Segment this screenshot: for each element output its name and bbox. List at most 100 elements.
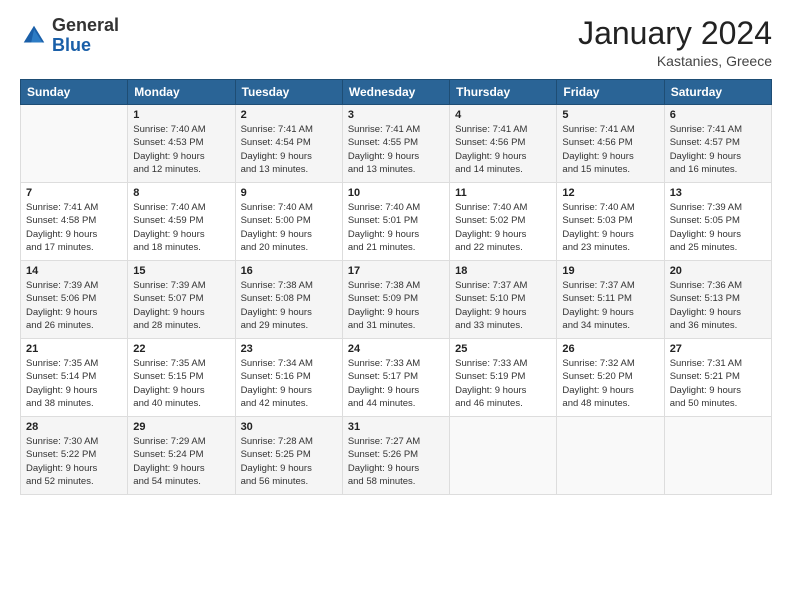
calendar-cell: 10 Sunrise: 7:40 AM Sunset: 5:01 PM Dayli… — [342, 183, 449, 261]
calendar-cell: 21 Sunrise: 7:35 AM Sunset: 5:14 PM Dayli… — [21, 339, 128, 417]
day-number: 19 — [562, 265, 658, 277]
day-number: 12 — [562, 187, 658, 199]
day-info: Sunrise: 7:34 AM Sunset: 5:16 PM Dayligh… — [241, 357, 337, 410]
day-number: 11 — [455, 187, 551, 199]
day-info: Sunrise: 7:41 AM Sunset: 4:58 PM Dayligh… — [26, 201, 122, 254]
day-number: 16 — [241, 265, 337, 277]
col-sunday: Sunday — [21, 80, 128, 105]
month-year-title: January 2024 — [578, 16, 772, 51]
day-number: 28 — [26, 421, 122, 433]
calendar-cell: 5Sunrise: 7:41 AM Sunset: 4:56 PM Daylig… — [557, 105, 664, 183]
day-info: Sunrise: 7:40 AM Sunset: 4:53 PM Dayligh… — [133, 123, 229, 176]
calendar-cell: 30Sunrise: 7:28 AM Sunset: 5:25 PM Dayli… — [235, 417, 342, 495]
day-number: 29 — [133, 421, 229, 433]
calendar-cell: 9Sunrise: 7:40 AM Sunset: 5:00 PM Daylig… — [235, 183, 342, 261]
day-number: 21 — [26, 343, 122, 355]
day-info: Sunrise: 7:37 AM Sunset: 5:11 PM Dayligh… — [562, 279, 658, 332]
calendar-page: General Blue January 2024 Kastanies, Gre… — [0, 0, 792, 612]
day-info: Sunrise: 7:33 AM Sunset: 5:17 PM Dayligh… — [348, 357, 444, 410]
day-info: Sunrise: 7:40 AM Sunset: 5:02 PM Dayligh… — [455, 201, 551, 254]
calendar-week-row: 28Sunrise: 7:30 AM Sunset: 5:22 PM Dayli… — [21, 417, 772, 495]
calendar-cell — [664, 417, 771, 495]
day-number: 22 — [133, 343, 229, 355]
day-number: 24 — [348, 343, 444, 355]
day-number: 7 — [26, 187, 122, 199]
day-number: 25 — [455, 343, 551, 355]
calendar-cell: 12Sunrise: 7:40 AM Sunset: 5:03 PM Dayli… — [557, 183, 664, 261]
day-info: Sunrise: 7:36 AM Sunset: 5:13 PM Dayligh… — [670, 279, 766, 332]
calendar-cell: 20 Sunrise: 7:36 AM Sunset: 5:13 PM Dayli… — [664, 261, 771, 339]
day-info: Sunrise: 7:29 AM Sunset: 5:24 PM Dayligh… — [133, 435, 229, 488]
day-number: 10 — [348, 187, 444, 199]
logo-text: General Blue — [52, 16, 119, 56]
col-saturday: Saturday — [664, 80, 771, 105]
page-header: General Blue January 2024 Kastanies, Gre… — [20, 16, 772, 69]
calendar-cell: 3 Sunrise: 7:41 AM Sunset: 4:55 PM Daylig… — [342, 105, 449, 183]
calendar-cell — [21, 105, 128, 183]
day-info: Sunrise: 7:41 AM Sunset: 4:57 PM Dayligh… — [670, 123, 766, 176]
day-info: Sunrise: 7:37 AM Sunset: 5:10 PM Dayligh… — [455, 279, 551, 332]
col-friday: Friday — [557, 80, 664, 105]
day-info: Sunrise: 7:41 AM Sunset: 4:55 PM Dayligh… — [348, 123, 444, 176]
day-info: Sunrise: 7:41 AM Sunset: 4:54 PM Dayligh… — [241, 123, 337, 176]
calendar-cell: 18 Sunrise: 7:37 AM Sunset: 5:10 PM Dayli… — [450, 261, 557, 339]
title-section: January 2024 Kastanies, Greece — [578, 16, 772, 69]
day-number: 9 — [241, 187, 337, 199]
calendar-week-row: 21 Sunrise: 7:35 AM Sunset: 5:14 PM Dayli… — [21, 339, 772, 417]
day-number: 13 — [670, 187, 766, 199]
day-info: Sunrise: 7:27 AM Sunset: 5:26 PM Dayligh… — [348, 435, 444, 488]
day-number: 15 — [133, 265, 229, 277]
calendar-cell: 6 Sunrise: 7:41 AM Sunset: 4:57 PM Daylig… — [664, 105, 771, 183]
logo-blue: Blue — [52, 35, 91, 55]
day-number: 30 — [241, 421, 337, 433]
day-number: 26 — [562, 343, 658, 355]
calendar-cell: 17Sunrise: 7:38 AM Sunset: 5:09 PM Dayli… — [342, 261, 449, 339]
day-info: Sunrise: 7:38 AM Sunset: 5:08 PM Dayligh… — [241, 279, 337, 332]
calendar-cell — [450, 417, 557, 495]
day-number: 3 — [348, 109, 444, 121]
day-info: Sunrise: 7:38 AM Sunset: 5:09 PM Dayligh… — [348, 279, 444, 332]
day-info: Sunrise: 7:33 AM Sunset: 5:19 PM Dayligh… — [455, 357, 551, 410]
calendar-cell: 13Sunrise: 7:39 AM Sunset: 5:05 PM Dayli… — [664, 183, 771, 261]
day-info: Sunrise: 7:41 AM Sunset: 4:56 PM Dayligh… — [455, 123, 551, 176]
calendar-cell: 7 Sunrise: 7:41 AM Sunset: 4:58 PM Daylig… — [21, 183, 128, 261]
day-number: 6 — [670, 109, 766, 121]
logo: General Blue — [20, 16, 119, 56]
calendar-cell: 27 Sunrise: 7:31 AM Sunset: 5:21 PM Dayli… — [664, 339, 771, 417]
logo-general: General — [52, 15, 119, 35]
day-number: 18 — [455, 265, 551, 277]
day-number: 5 — [562, 109, 658, 121]
day-info: Sunrise: 7:39 AM Sunset: 5:06 PM Dayligh… — [26, 279, 122, 332]
day-info: Sunrise: 7:35 AM Sunset: 5:15 PM Dayligh… — [133, 357, 229, 410]
calendar-week-row: 14 Sunrise: 7:39 AM Sunset: 5:06 PM Dayli… — [21, 261, 772, 339]
calendar-cell: 25 Sunrise: 7:33 AM Sunset: 5:19 PM Dayli… — [450, 339, 557, 417]
day-info: Sunrise: 7:35 AM Sunset: 5:14 PM Dayligh… — [26, 357, 122, 410]
calendar-week-row: 7 Sunrise: 7:41 AM Sunset: 4:58 PM Daylig… — [21, 183, 772, 261]
calendar-cell: 19 Sunrise: 7:37 AM Sunset: 5:11 PM Dayli… — [557, 261, 664, 339]
calendar-cell: 14 Sunrise: 7:39 AM Sunset: 5:06 PM Dayli… — [21, 261, 128, 339]
location-subtitle: Kastanies, Greece — [578, 53, 772, 69]
day-number: 14 — [26, 265, 122, 277]
calendar-cell: 31 Sunrise: 7:27 AM Sunset: 5:26 PM Dayli… — [342, 417, 449, 495]
col-monday: Monday — [128, 80, 235, 105]
calendar-cell: 15 Sunrise: 7:39 AM Sunset: 5:07 PM Dayli… — [128, 261, 235, 339]
calendar-cell: 4 Sunrise: 7:41 AM Sunset: 4:56 PM Daylig… — [450, 105, 557, 183]
logo-icon — [20, 22, 48, 50]
day-number: 2 — [241, 109, 337, 121]
calendar-cell: 23Sunrise: 7:34 AM Sunset: 5:16 PM Dayli… — [235, 339, 342, 417]
calendar-cell: 26Sunrise: 7:32 AM Sunset: 5:20 PM Dayli… — [557, 339, 664, 417]
day-number: 27 — [670, 343, 766, 355]
day-info: Sunrise: 7:40 AM Sunset: 4:59 PM Dayligh… — [133, 201, 229, 254]
col-wednesday: Wednesday — [342, 80, 449, 105]
day-number: 8 — [133, 187, 229, 199]
header-row: Sunday Monday Tuesday Wednesday Thursday… — [21, 80, 772, 105]
day-info: Sunrise: 7:31 AM Sunset: 5:21 PM Dayligh… — [670, 357, 766, 410]
day-info: Sunrise: 7:39 AM Sunset: 5:07 PM Dayligh… — [133, 279, 229, 332]
day-number: 20 — [670, 265, 766, 277]
day-number: 4 — [455, 109, 551, 121]
calendar-cell: 16 Sunrise: 7:38 AM Sunset: 5:08 PM Dayli… — [235, 261, 342, 339]
calendar-cell: 22 Sunrise: 7:35 AM Sunset: 5:15 PM Dayli… — [128, 339, 235, 417]
col-thursday: Thursday — [450, 80, 557, 105]
day-info: Sunrise: 7:40 AM Sunset: 5:01 PM Dayligh… — [348, 201, 444, 254]
day-number: 31 — [348, 421, 444, 433]
